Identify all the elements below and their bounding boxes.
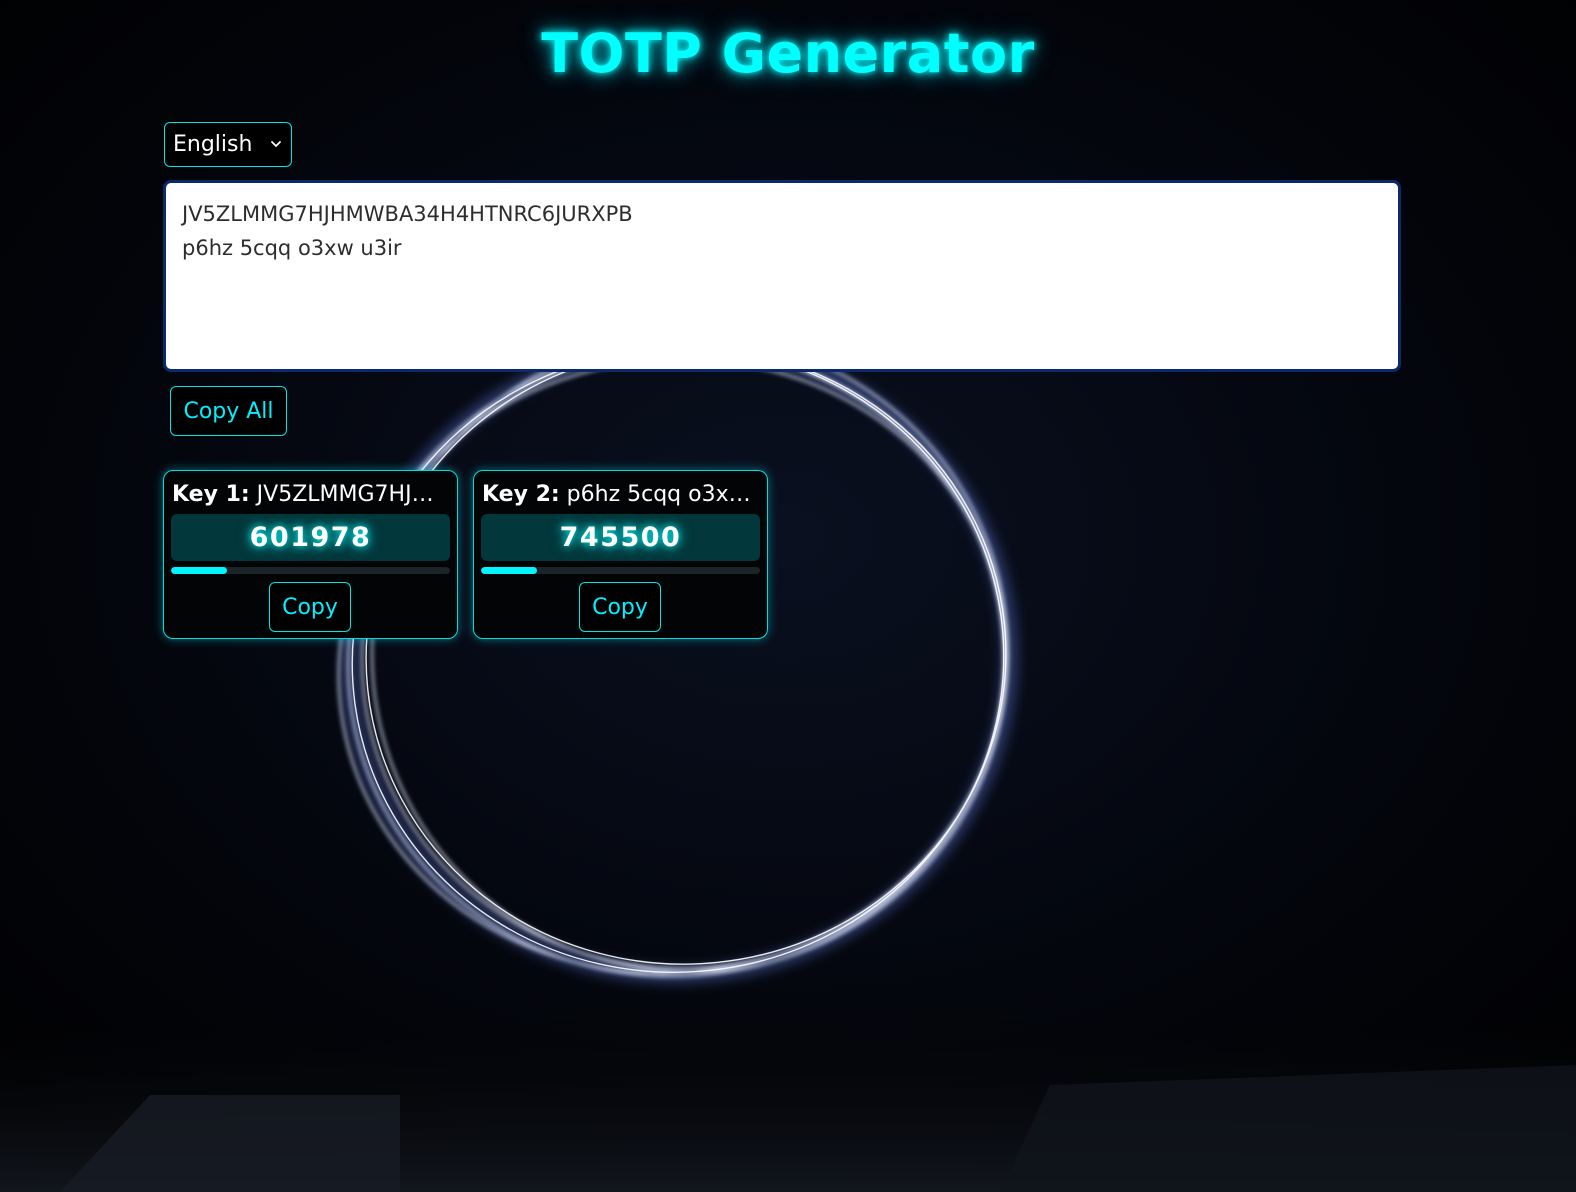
totp-card-1: Key 1: JV5ZLMMG7HJHMWBA34H4HTNRC6JURXPB … <box>163 470 458 639</box>
secret-keys-textarea[interactable]: JV5ZLMMG7HJHMWBA34H4HTNRC6JURXPB p6hz 5c… <box>163 180 1401 372</box>
card-key-label: Key 2: p6hz 5cqq o3xw u3ir <box>482 481 760 509</box>
card-key-label: Key 1: JV5ZLMMG7HJHMWBA34H4HTNRC6JURXPB <box>172 481 450 509</box>
countdown-progress-fill <box>171 567 227 574</box>
copy-all-button[interactable]: Copy All <box>170 386 287 436</box>
card-key-text: p6hz 5cqq o3xw u3ir <box>566 482 760 507</box>
totp-code: 745500 <box>481 514 760 561</box>
countdown-progress <box>171 567 450 574</box>
countdown-progress <box>481 567 760 574</box>
countdown-progress-fill <box>481 567 537 574</box>
copy-code-button[interactable]: Copy <box>579 582 661 632</box>
totp-code: 601978 <box>171 514 450 561</box>
card-key-text: JV5ZLMMG7HJHMWBA34H4HTNRC6JURXPB <box>256 482 450 507</box>
chevron-down-icon <box>271 141 281 147</box>
language-select[interactable]: English <box>164 122 292 167</box>
copy-code-button[interactable]: Copy <box>269 582 351 632</box>
totp-card-2: Key 2: p6hz 5cqq o3xw u3ir 745500 Copy <box>473 470 768 639</box>
card-key-prefix: Key 1: <box>172 482 250 507</box>
page-title: TOTP Generator <box>541 22 1035 85</box>
card-key-prefix: Key 2: <box>482 482 560 507</box>
language-select-value: English <box>173 132 253 157</box>
